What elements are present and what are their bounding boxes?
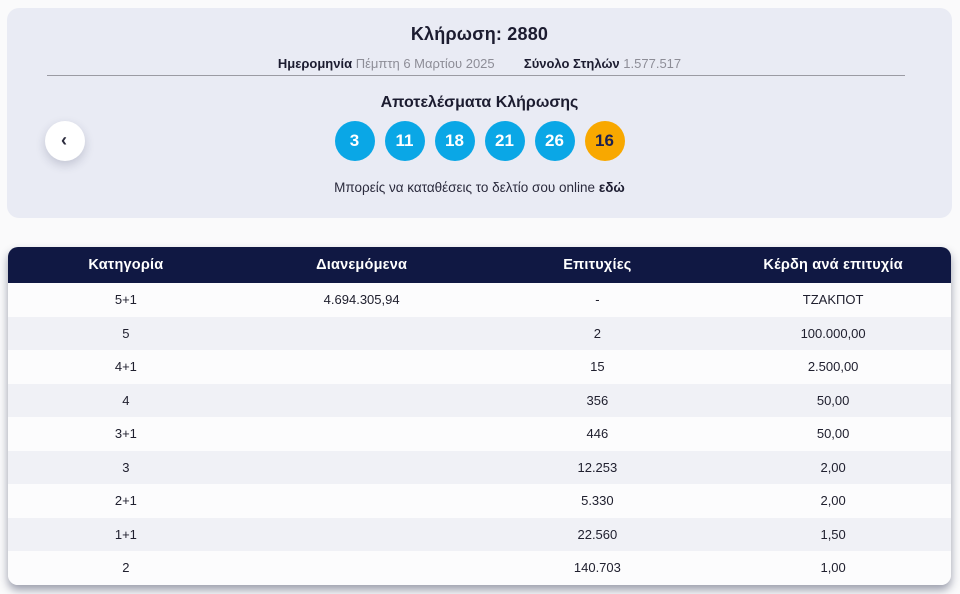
cta-text: Μπορείς να καταθέσεις το δελτίο σου onli…: [7, 180, 952, 195]
table-row: 3+1 446 50,00: [8, 417, 951, 451]
cell-winners: -: [595, 292, 600, 308]
table-row: 5 2 100.000,00: [8, 316, 951, 350]
cell-winners: 22.560: [577, 526, 618, 542]
cell-distributed: 4.694.305,94: [323, 292, 400, 308]
cta-link[interactable]: εδώ: [599, 180, 625, 195]
table-body: 5+1 4.694.305,94 - ΤΖΑΚΠΟΤ 5 2 100.000,00 4+1 15…: [8, 283, 951, 585]
number-ball: 21: [484, 121, 525, 161]
table-row: 3 12.253 2,00: [8, 450, 951, 484]
columns-label: Σύνολο Στηλών: [523, 56, 620, 71]
cell-prize: 2,00: [820, 493, 846, 509]
cell-winners: 15: [590, 359, 605, 375]
cell-category: 5: [122, 325, 130, 341]
header-category: Κατηγορία: [88, 257, 164, 273]
header-prize: Κέρδη ανά επιτυχία: [763, 257, 903, 273]
table-row: 1+1 22.560 1,50: [8, 517, 951, 551]
cell-prize: 1,00: [820, 560, 846, 576]
cell-winners: 5.330: [581, 493, 614, 509]
header-winners: Επιτυχίες: [563, 257, 632, 273]
winnings-table: Κατηγορία Διανεμόμενα Επιτυχίες Κέρδη αν…: [8, 247, 951, 585]
header-distributed: Διανεμόμενα: [316, 257, 408, 273]
number-ball: 3: [334, 121, 375, 161]
cell-category: 1+1: [114, 526, 137, 542]
cell-category: 5+1: [114, 292, 137, 308]
results-title: Αποτελέσματα Κλήρωσης: [380, 94, 579, 111]
joker-ball: 16: [584, 121, 625, 161]
draw-meta: Ημερομηνία Πέμπτη 6 Μαρτίου 2025 Σύνολο …: [7, 56, 952, 71]
cell-winners: 140.703: [573, 560, 621, 576]
cell-prize: 2.500,00: [807, 359, 859, 375]
cell-prize: 100.000,00: [800, 325, 866, 341]
cell-winners: 12.253: [577, 459, 618, 475]
cell-prize: 50,00: [816, 426, 850, 442]
cell-prize: 1,50: [820, 526, 846, 542]
divider-line: [47, 75, 905, 76]
cell-category: 3: [122, 459, 130, 475]
date-value: Πέμπτη 6 Μαρτίου 2025: [355, 56, 495, 71]
cell-prize: 2,00: [820, 459, 846, 475]
table-row: 4+1 15 2.500,00: [8, 350, 951, 384]
table-header-row: Κατηγορία Διανεμόμενα Επιτυχίες Κέρδη αν…: [8, 247, 951, 283]
cell-category: 2+1: [114, 493, 137, 509]
number-ball: 18: [434, 121, 475, 161]
numbers-row: 3 11 18 21 26 16: [7, 121, 952, 161]
table-row: 4 356 50,00: [8, 383, 951, 417]
cell-category: 4: [122, 392, 130, 408]
cell-category: 4+1: [114, 359, 137, 375]
table-row: 2+1 5.330 2,00: [8, 484, 951, 518]
previous-draw-button[interactable]: ‹: [45, 121, 85, 161]
cell-prize: 50,00: [816, 392, 850, 408]
table-row: 2 140.703 1,00: [8, 551, 951, 585]
cell-prize: ΤΖΑΚΠΟΤ: [802, 292, 864, 308]
number-ball: 26: [534, 121, 575, 161]
draw-card: Κλήρωση: 2880 Ημερομηνία Πέμπτη 6 Μαρτίο…: [7, 8, 952, 218]
cta-message: Μπορείς να καταθέσεις το δελτίο σου onli…: [334, 180, 596, 195]
chevron-left-icon: ‹: [61, 130, 67, 150]
cell-category: 3+1: [114, 426, 137, 442]
cell-winners: 356: [586, 392, 609, 408]
cell-winners: 446: [586, 426, 609, 442]
cell-winners: 2: [593, 325, 601, 341]
cell-category: 2: [122, 560, 130, 576]
number-ball: 11: [384, 121, 425, 161]
columns-value: 1.577.517: [623, 56, 682, 71]
table-row: 5+1 4.694.305,94 - ΤΖΑΚΠΟΤ: [8, 283, 951, 317]
draw-title: Κλήρωση: 2880: [410, 24, 549, 44]
date-label: Ημερομηνία: [277, 56, 353, 71]
